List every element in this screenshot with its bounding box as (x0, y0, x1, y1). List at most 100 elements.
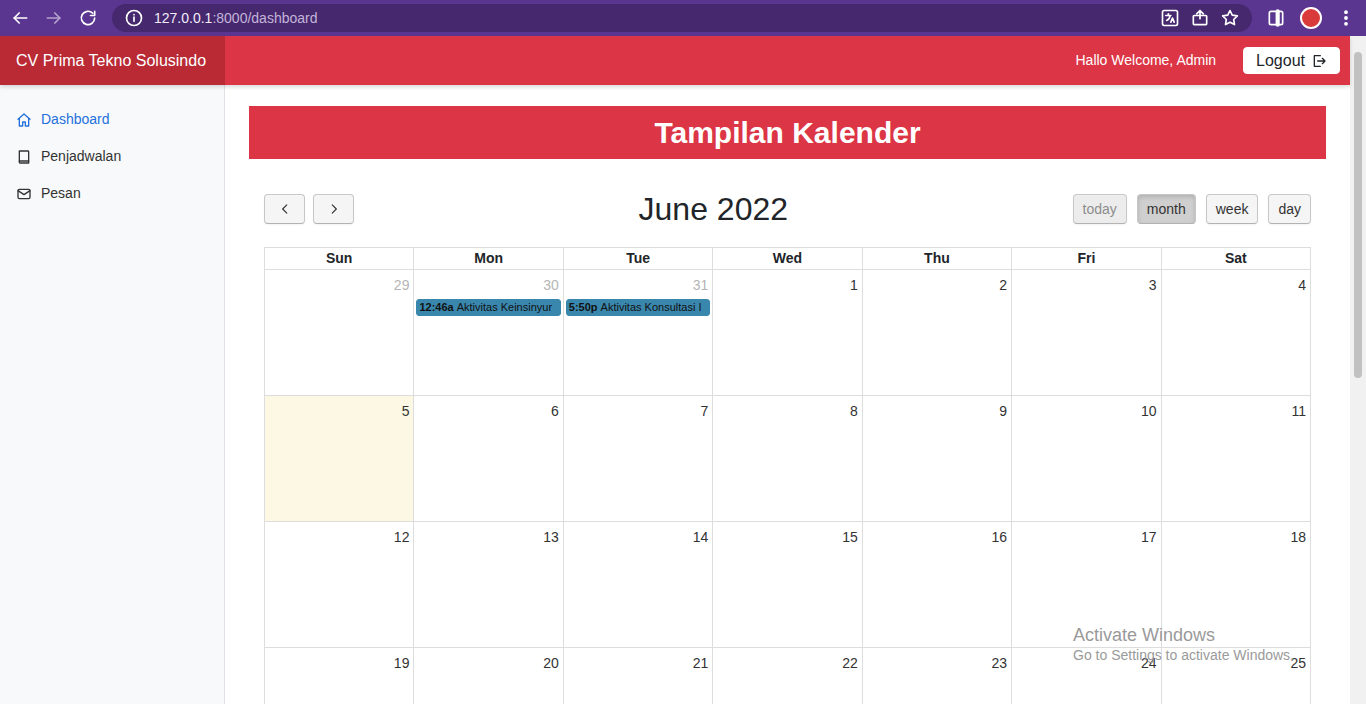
day-cell[interactable]: 31 5:50pAktivitas Konsultasi I (564, 270, 713, 396)
day-number[interactable]: 20 (416, 650, 560, 672)
day-number[interactable]: 3 (1014, 272, 1158, 294)
day-cell[interactable]: 24 (1012, 648, 1161, 704)
book-icon[interactable] (16, 149, 32, 165)
sidebar-item[interactable]: Penjadwalan (0, 138, 224, 175)
view-button[interactable]: month (1137, 194, 1196, 224)
day-cell[interactable]: 17 (1012, 522, 1161, 648)
side-panel-icon[interactable] (1266, 8, 1286, 28)
day-cell[interactable]: 30 12:46a Aktivitas Keinsinyur (414, 270, 563, 396)
day-cell[interactable]: 16 (863, 522, 1012, 648)
star-icon[interactable] (1220, 8, 1240, 28)
brand-name[interactable]: CV Prima Tekno Solusindo (16, 49, 206, 73)
view-button[interactable]: week (1206, 194, 1259, 224)
view-label[interactable]: week (1216, 199, 1249, 220)
day-cell[interactable]: 13 (414, 522, 563, 648)
day-number[interactable]: 1 (715, 272, 859, 294)
day-cell[interactable]: 4 (1162, 270, 1311, 396)
day-number[interactable]: 21 (566, 650, 710, 672)
event-title[interactable]: Aktivitas Konsultasi I (601, 301, 702, 313)
sidebar-label[interactable]: Pesan (41, 183, 81, 204)
day-number[interactable]: 10 (1014, 398, 1158, 420)
address-bar[interactable]: 127.0.0.1:8000/dashboard (112, 4, 1252, 32)
day-number[interactable]: 22 (715, 650, 859, 672)
day-cell[interactable]: 25 (1162, 648, 1311, 704)
day-number[interactable]: 7 (566, 398, 710, 420)
day-cell[interactable]: 19 (265, 648, 414, 704)
day-number[interactable]: 29 (267, 272, 411, 294)
day-number[interactable]: 16 (865, 524, 1009, 546)
sidebar-label[interactable]: Penjadwalan (41, 146, 121, 167)
url-host[interactable]: 127.0.0.1 (154, 8, 212, 29)
event-time[interactable]: 5:50p (569, 301, 598, 313)
prev-button[interactable] (264, 194, 305, 224)
day-cell[interactable]: 12 (265, 522, 414, 648)
day-number[interactable]: 6 (416, 398, 560, 420)
scrollbar-thumb[interactable] (1354, 52, 1362, 378)
sidebar-label[interactable]: Dashboard (41, 109, 110, 130)
day-number[interactable]: 5 (267, 398, 411, 420)
day-number[interactable]: 18 (1164, 524, 1308, 546)
day-number[interactable]: 23 (865, 650, 1009, 672)
day-number[interactable]: 11 (1164, 398, 1308, 420)
logout-button[interactable]: Logout (1243, 47, 1340, 74)
day-number[interactable]: 24 (1014, 650, 1158, 672)
profile-avatar-icon[interactable] (1300, 7, 1322, 29)
view-label[interactable]: day (1278, 199, 1301, 220)
day-number[interactable]: 12 (267, 524, 411, 546)
day-number[interactable]: 19 (267, 650, 411, 672)
day-cell[interactable]: 15 (713, 522, 862, 648)
mail-icon[interactable] (16, 186, 32, 202)
calendar-event[interactable]: 5:50pAktivitas Konsultasi I (566, 299, 710, 316)
share-icon[interactable] (1190, 8, 1210, 28)
event-time[interactable]: 12:46a (419, 301, 453, 313)
day-cell[interactable]: 1 (713, 270, 862, 396)
day-number[interactable]: 9 (865, 398, 1009, 420)
day-cell[interactable]: 22 (713, 648, 862, 704)
reload-icon[interactable] (78, 8, 98, 28)
sidebar-item[interactable]: Pesan (0, 175, 224, 212)
day-cell[interactable]: 3 (1012, 270, 1161, 396)
chevron-right-icon[interactable] (327, 202, 341, 216)
day-cell[interactable]: 14 (564, 522, 713, 648)
day-cell[interactable]: 2 (863, 270, 1012, 396)
day-cell[interactable]: 7 (564, 396, 713, 522)
day-cell[interactable]: 8 (713, 396, 862, 522)
view-label[interactable]: month (1147, 199, 1186, 220)
logout-label[interactable]: Logout (1256, 49, 1305, 73)
back-icon[interactable] (10, 8, 30, 28)
event-title[interactable]: Aktivitas Keinsinyur (457, 301, 552, 313)
home-icon[interactable] (16, 112, 32, 128)
day-cell[interactable]: 11 (1162, 396, 1311, 522)
chevron-left-icon[interactable] (278, 202, 292, 216)
logout-icon[interactable] (1311, 53, 1327, 69)
scrollbar[interactable] (1350, 36, 1366, 704)
forward-icon[interactable] (44, 8, 64, 28)
view-button[interactable]: day (1268, 194, 1311, 224)
day-number[interactable]: 8 (715, 398, 859, 420)
day-number[interactable]: 2 (865, 272, 1009, 294)
day-cell[interactable]: 10 (1012, 396, 1161, 522)
day-cell[interactable]: 6 (414, 396, 563, 522)
day-number[interactable]: 31 (566, 272, 710, 294)
day-cell[interactable]: 5 (265, 396, 414, 522)
day-number[interactable]: 15 (715, 524, 859, 546)
day-number[interactable]: 13 (416, 524, 560, 546)
day-number[interactable]: 4 (1164, 272, 1308, 294)
day-cell[interactable]: 29 (265, 270, 414, 396)
url-text[interactable]: 127.0.0.1:8000/dashboard (154, 8, 1150, 29)
day-number[interactable]: 25 (1164, 650, 1308, 672)
day-cell[interactable]: 23 (863, 648, 1012, 704)
day-cell[interactable]: 20 (414, 648, 563, 704)
calendar-event[interactable]: 12:46a Aktivitas Keinsinyur (416, 299, 560, 316)
day-number[interactable]: 17 (1014, 524, 1158, 546)
day-cell[interactable]: 21 (564, 648, 713, 704)
day-number[interactable]: 30 (416, 272, 560, 294)
day-number[interactable]: 14 (566, 524, 710, 546)
sidebar-item[interactable]: Dashboard (0, 101, 224, 138)
day-cell[interactable]: 9 (863, 396, 1012, 522)
translate-icon[interactable] (1160, 8, 1180, 28)
menu-icon[interactable] (1336, 8, 1356, 28)
next-button[interactable] (313, 194, 354, 224)
info-icon[interactable] (124, 8, 144, 28)
day-cell[interactable]: 18 (1162, 522, 1311, 648)
